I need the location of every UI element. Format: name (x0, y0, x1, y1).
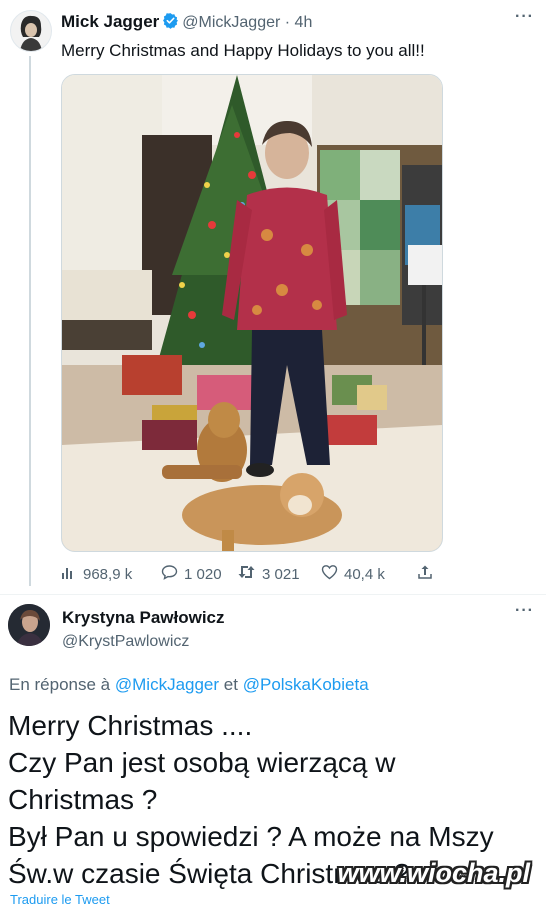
tweet-divider (0, 594, 546, 595)
reply-button[interactable]: 1 020 (161, 564, 237, 584)
tweet-header: Mick Jagger @MickJagger · 4h (61, 12, 312, 34)
tweet-time[interactable]: 4h (295, 14, 313, 31)
like-icon (321, 564, 338, 584)
author-name[interactable]: Mick Jagger (61, 12, 159, 31)
views-stat[interactable]: 968,9 k (61, 564, 161, 584)
share-button[interactable] (417, 564, 433, 584)
mention-polskakobieta[interactable]: @PolskaKobieta (243, 675, 369, 694)
mention-mickjagger[interactable]: @MickJagger (115, 675, 219, 694)
views-icon (61, 564, 77, 584)
reply-text-line: Czy Pan jest osobą wierzącą w (8, 747, 396, 778)
tweet-menu-button[interactable]: ··· (515, 8, 534, 26)
separator-dot: · (284, 14, 291, 31)
views-count: 968,9 k (83, 565, 133, 583)
share-icon (417, 564, 433, 584)
reply-author-name[interactable]: Krystyna Pawłowicz (62, 608, 225, 628)
retweet-button[interactable]: 3 021 (237, 564, 321, 584)
retweet-count: 3 021 (262, 565, 300, 583)
verified-icon (162, 12, 179, 34)
watermark: www.wiocha.pl (337, 858, 530, 888)
author-handle[interactable]: @MickJagger (182, 14, 280, 31)
reply-author-handle[interactable]: @KrystPawlowicz (62, 633, 189, 651)
avatar-mick-jagger[interactable] (10, 10, 52, 52)
reply-count: 1 020 (184, 565, 222, 583)
tweet-text: Merry Christmas and Happy Holidays to yo… (61, 41, 425, 60)
reply-icon (161, 564, 178, 584)
thread-line (29, 56, 31, 586)
reply-prefix: En réponse à (9, 675, 111, 694)
retweet-icon (237, 564, 256, 584)
like-button[interactable]: 40,4 k (321, 564, 417, 584)
reply-text-line: Merry Christmas .... (8, 710, 253, 741)
like-count: 40,4 k (344, 565, 385, 583)
tweet-photo[interactable] (61, 74, 443, 552)
reply-text-line: Był Pan u spowiedzi ? A może na Mszy (8, 821, 494, 852)
reply-text-line: Christmas ? (8, 784, 158, 815)
tweet-actions: 968,9 k 1 020 3 021 40,4 k (61, 563, 433, 585)
reply-menu-button[interactable]: ··· (515, 602, 534, 620)
avatar-krystyna-pawlowicz[interactable] (8, 604, 50, 646)
reply-conjunction: et (223, 675, 238, 694)
photo-illustration (62, 75, 442, 551)
reply-context: En réponse à @MickJagger et @PolskaKobie… (9, 675, 369, 695)
